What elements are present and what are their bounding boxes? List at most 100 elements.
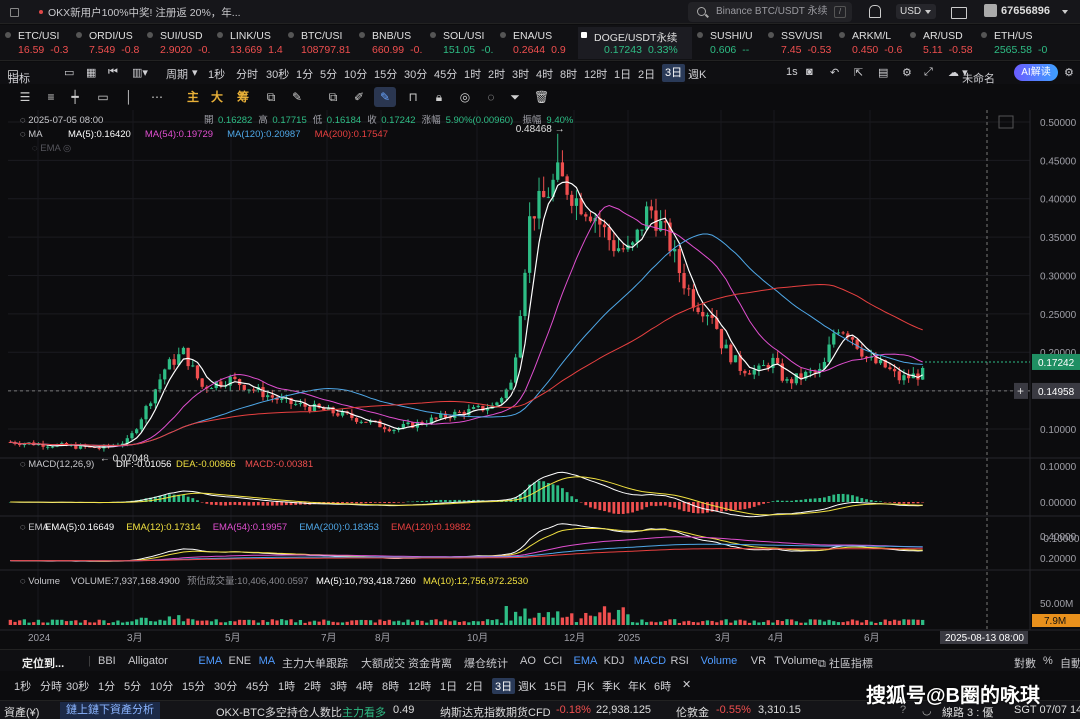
trash-icon[interactable]: 🗑︎ (534, 90, 549, 104)
tf-row-45分[interactable]: 45分 (246, 678, 269, 694)
ticker-item[interactable]: ORDI/US 7.549 -0.8 (73, 27, 143, 59)
locate-button[interactable]: 定位到... (22, 655, 64, 671)
timeframe-2日[interactable]: 2日 (638, 66, 655, 82)
news-ticker-2[interactable]: 纳斯达克指数期货CFD (440, 704, 551, 719)
brush-icon[interactable]: ✎ (374, 87, 396, 107)
horizontal-line-icon[interactable]: ┿ (68, 90, 82, 104)
filter-icon[interactable]: ⏷ (508, 90, 522, 104)
lines-icon[interactable]: ≡ (44, 90, 58, 104)
main-indicator-BBI[interactable]: BBI (98, 655, 116, 667)
main-force-button[interactable]: 主 (186, 90, 200, 104)
news-ticker-1[interactable]: OKX-BTC多空持仓人数比 (216, 704, 342, 719)
ticker-item[interactable]: SSV/USI 7.45 -0.53 (765, 27, 835, 59)
layout-name-select[interactable]: ☁ 未命名 ▾ (948, 66, 995, 85)
tf-row-3日[interactable]: 3日 (492, 678, 516, 694)
grid-icon[interactable]: ▦ (86, 66, 96, 79)
pencil-icon[interactable]: ✐ (352, 90, 366, 104)
mail-icon[interactable] (950, 4, 967, 20)
rectangle-icon[interactable]: ▭ (96, 90, 110, 104)
tf-row-季K[interactable]: 季K (602, 678, 620, 694)
tf-row-2時[interactable]: 2時 (304, 678, 321, 694)
ticker-item[interactable]: ETC/USI 16.59 -0.3 (2, 27, 72, 59)
measure-icon[interactable]: ⧉ (264, 90, 278, 104)
chart-type-icon[interactable]: ▥▾ (132, 66, 148, 79)
tf-row-年K[interactable]: 年K (628, 678, 646, 694)
tf-row-15日[interactable]: 15日 (544, 678, 567, 694)
timeframe-12时[interactable]: 12时 (584, 66, 607, 82)
sub-indicator-AO[interactable]: AO (520, 655, 536, 667)
timeframe-5分[interactable]: 5分 (320, 66, 337, 82)
sub-indicator-EMA[interactable]: EMA (574, 655, 598, 667)
ticker-item[interactable]: AR/USD 5.11 -0.58 (907, 27, 977, 59)
sub-indicator-KDJ[interactable]: KDJ (604, 655, 625, 667)
sub-indicator-TVolume[interactable]: TVolume (774, 655, 817, 667)
chip-button[interactable]: 筹 (236, 90, 250, 104)
ticker-item[interactable]: SOL/USI 151.05 -0. (427, 27, 497, 59)
eye-icon[interactable]: ◎ (458, 90, 472, 104)
tf-row-1日[interactable]: 1日 (440, 678, 457, 694)
sub-indicator-资金背离[interactable]: 资金背离 (408, 655, 452, 671)
ruler-icon[interactable]: ✎ (290, 90, 304, 104)
more-options-icon[interactable]: ⚙ (1064, 66, 1074, 79)
undo-icon[interactable]: ↶ (830, 66, 839, 79)
tf-row-12時[interactable]: 12時 (408, 678, 431, 694)
main-indicator-大额成交[interactable]: 大额成交 (361, 655, 405, 671)
timeframe-3时[interactable]: 3时 (512, 66, 529, 82)
tf-row-3時[interactable]: 3時 (330, 678, 347, 694)
vertical-line-icon[interactable]: │ (122, 90, 136, 104)
ai-interpret-button[interactable]: AI解读 (1014, 64, 1058, 81)
sub-indicator-爆仓统计[interactable]: 爆仓统计 (464, 655, 508, 671)
camera-icon[interactable]: ◙ (806, 66, 813, 78)
ticker-item[interactable]: DOGE/USDT永续 0.17243 0.33% (578, 27, 692, 59)
assets-label[interactable]: 資產(¥) (4, 704, 39, 719)
timeframe-1分[interactable]: 1分 (296, 66, 313, 82)
ticker-item[interactable]: BTC/USI 108797.81 (285, 27, 355, 59)
ticker-item[interactable]: ENA/US 0.2644 0.9 (497, 27, 577, 59)
ticker-item[interactable]: ETH/US 2565.58 -0 (978, 27, 1078, 59)
timeframe-30分[interactable]: 30分 (404, 66, 427, 82)
sub-indicator-MACD[interactable]: MACD (634, 655, 666, 667)
promo-banner[interactable]: OKX新用户100%中奖! 注册返 20%，年... (10, 5, 241, 20)
percent-scale-toggle[interactable]: % (1043, 655, 1053, 667)
price-chart[interactable]: 0.50000 0.45000 0.40000 0.35000 0.30000 0.250… (0, 110, 1080, 645)
ticker-item[interactable]: SUI/USD 2.9020 -0. (144, 27, 214, 59)
sub-indicator-CCI[interactable]: CCI (543, 655, 562, 667)
external-icon[interactable]: ⇱ (854, 66, 863, 79)
timeframe-分时[interactable]: 分时 (236, 66, 258, 82)
chart-area[interactable]: 0.50000 0.45000 0.40000 0.35000 0.30000 0.250… (0, 110, 1080, 645)
main-indicator-EMA[interactable]: EMA (198, 655, 222, 667)
main-indicator-主力大单跟踪[interactable]: 主力大单跟踪 (282, 655, 348, 671)
timeframe-1日[interactable]: 1日 (614, 66, 631, 82)
timeframe-3日[interactable]: 3日 (662, 64, 686, 82)
bell-icon[interactable] (866, 4, 882, 20)
magnet-icon[interactable]: ⊓ (406, 90, 420, 104)
rewind-icon[interactable]: ⏮ (108, 66, 118, 79)
chevron-down-icon[interactable] (1062, 10, 1068, 17)
timeframe-45分[interactable]: 45分 (434, 66, 457, 82)
lock-icon[interactable]: 🔒︎ (432, 90, 446, 104)
timeframe-15分[interactable]: 15分 (374, 66, 397, 82)
timeframe-週K[interactable]: 週K (688, 66, 706, 82)
tf-row-10分[interactable]: 10分 (150, 678, 173, 694)
sub-indicator-VR[interactable]: VR (751, 655, 766, 667)
ticker-item[interactable]: ARKM/L 0.450 -0.6 (836, 27, 906, 59)
fullscreen-icon[interactable]: ⤢ (924, 66, 933, 79)
auto-scale-toggle[interactable]: 自動 (1060, 655, 1080, 671)
timeframe-1时[interactable]: 1时 (464, 66, 481, 82)
user-account[interactable]: 67656896 (984, 4, 1050, 17)
layout-icon[interactable]: ▭ (64, 66, 74, 79)
timeframe-30秒[interactable]: 30秒 (266, 66, 289, 82)
tf-row-1秒[interactable]: 1秒 (14, 678, 31, 694)
news-ticker-3[interactable]: 伦敦金 (676, 704, 709, 719)
ticker-item[interactable]: BNB/US 660.99 -0. (356, 27, 426, 59)
tf-row-1分[interactable]: 1分 (98, 678, 115, 694)
tf-row-30秒[interactable]: 30秒 (66, 678, 89, 694)
tf-row-30分[interactable]: 30分 (214, 678, 237, 694)
main-indicator-MA[interactable]: MA (259, 655, 276, 667)
log-scale-toggle[interactable]: 對數 (1014, 655, 1036, 671)
sub-indicator-Volume[interactable]: Volume (701, 655, 738, 667)
timeframe-2时[interactable]: 2时 (488, 66, 505, 82)
template-icon[interactable]: ▤ (878, 66, 888, 79)
copy-icon[interactable]: ⧉ (326, 90, 340, 104)
right-timeframe[interactable]: 1s (786, 66, 798, 78)
